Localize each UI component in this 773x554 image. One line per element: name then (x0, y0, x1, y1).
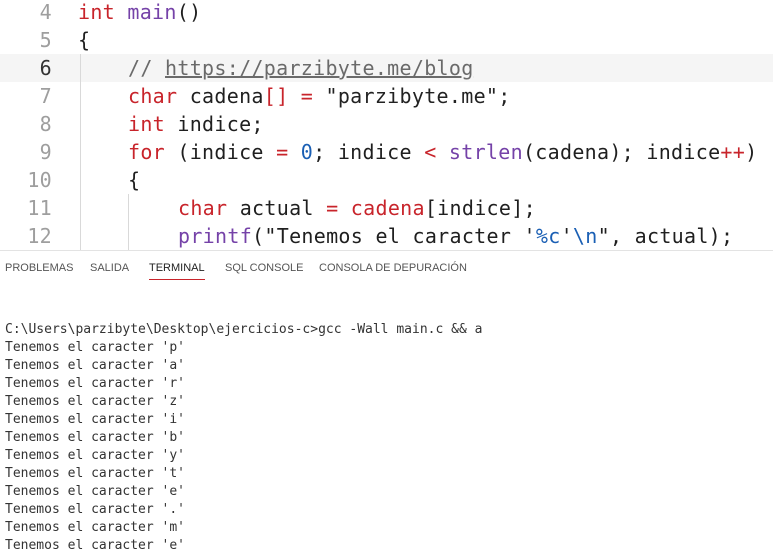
code-text: int indice; (128, 110, 264, 138)
code-token: actual (227, 196, 327, 220)
code-token: printf (178, 224, 253, 248)
code-token: for (128, 140, 166, 164)
terminal-output-line: Tenemos el caracter 'y' (5, 448, 186, 463)
code-text: // https://parzibyte.me/blog (128, 54, 474, 82)
code-text: { (78, 26, 90, 54)
code-token: ("Tenemos el caracter ' (252, 224, 536, 248)
code-token: \n (572, 224, 598, 248)
code-token: ) (745, 140, 758, 164)
line-number: 11 (27, 196, 52, 220)
terminal-command-line: C:\Users\parzibyte\Desktop\ejercicios-c>… (5, 322, 483, 337)
code-line[interactable]: 10 { (0, 166, 773, 194)
tab-problemas[interactable]: PROBLEMAS (5, 262, 73, 279)
code-token: cadena (350, 196, 425, 220)
line-number: 9 (39, 140, 52, 164)
code-token: char (178, 196, 228, 220)
code-line[interactable]: 7 char cadena[] = "parzibyte.me"; (0, 82, 773, 110)
terminal-output-line: Tenemos el caracter 'm' (5, 520, 186, 535)
line-number: 10 (27, 168, 52, 192)
code-token: { (78, 28, 91, 52)
line-number: 7 (39, 84, 52, 108)
code-token: ++ (720, 140, 746, 164)
terminal-output-line: Tenemos el caracter 'i' (5, 412, 186, 427)
bottom-panel: PROBLEMAS SALIDA TERMINAL SQL CONSOLE CO… (0, 250, 773, 554)
code-token: ", actual); (597, 224, 734, 248)
code-text: char actual = cadena[indice]; (178, 194, 536, 222)
terminal-output-line: Tenemos el caracter '.' (5, 502, 186, 517)
code-token: strlen (448, 140, 523, 164)
tab-sql-console[interactable]: SQL CONSOLE (225, 262, 303, 279)
code-token: < (424, 140, 437, 164)
code-token: int (78, 0, 116, 24)
code-token: = (300, 84, 314, 108)
code-text: char cadena[] = "parzibyte.me"; (128, 82, 511, 110)
code-token: indice; (165, 112, 264, 136)
code-line[interactable]: 11 char actual = cadena[indice]; (0, 194, 773, 222)
terminal-output-line: Tenemos el caracter 'z' (5, 394, 186, 409)
code-line[interactable]: 6 // https://parzibyte.me/blog (0, 54, 773, 82)
tab-salida[interactable]: SALIDA (90, 262, 129, 279)
tab-terminal[interactable]: TERMINAL (149, 262, 205, 280)
code-token: [indice]; (424, 196, 536, 220)
code-token: "parzibyte.me"; (313, 84, 511, 108)
code-token: (indice (165, 140, 277, 164)
terminal-output-line: Tenemos el caracter 'e' (5, 484, 186, 499)
code-editor[interactable]: 4 int main() 5{6// https://parzibyte.me/bl… (0, 0, 773, 250)
code-token: ' (560, 224, 573, 248)
terminal-output-line: Tenemos el caracter 'a' (5, 358, 186, 373)
code-token: [] (263, 84, 289, 108)
code-line[interactable]: 4 int main() (0, 0, 773, 26)
code-text: printf("Tenemos el caracter '%c'\n", act… (178, 222, 733, 250)
ide-window: 4 int main() 5{6// https://parzibyte.me/bl… (0, 0, 773, 554)
code-token: () (176, 0, 202, 24)
code-line[interactable]: 5{ (0, 26, 773, 54)
tab-consola-depuracion[interactable]: CONSOLA DE DEPURACIÓN (319, 262, 467, 279)
code-token: ; indice (313, 140, 425, 164)
terminal-output-line: Tenemos el caracter 'b' (5, 430, 186, 445)
code-token: cadena (177, 84, 264, 108)
code-token: = (326, 196, 339, 220)
code-text: int main() (78, 0, 201, 26)
terminal-output-line: Tenemos el caracter 'e' (5, 538, 186, 553)
code-line[interactable]: 8 int indice; (0, 110, 773, 138)
code-text: for (indice = 0; indice < strlen(cadena)… (128, 138, 757, 166)
indent-guide (128, 194, 129, 250)
code-token: char (128, 84, 178, 108)
code-token: 0 (300, 140, 314, 164)
terminal-output[interactable]: C:\Users\parzibyte\Desktop\ejercicios-c>… (5, 321, 765, 554)
code-token: { (128, 168, 141, 192)
code-line[interactable]: 12 printf("Tenemos el caracter '%c'\n", a… (0, 222, 773, 250)
code-line[interactable]: 9 for (indice = 0; indice < strlen(cadena… (0, 138, 773, 166)
terminal-output-line: Tenemos el caracter 'r' (5, 376, 186, 391)
line-number: 4 (39, 0, 52, 24)
code-token: https://parzibyte.me/blog (165, 56, 474, 80)
code-token: (cadena); indice (522, 140, 721, 164)
panel-tab-bar: PROBLEMAS SALIDA TERMINAL SQL CONSOLE CO… (0, 251, 773, 287)
code-token: main (127, 0, 177, 24)
line-number: 5 (39, 28, 52, 52)
indent-guide (80, 54, 81, 250)
code-token: = (276, 140, 289, 164)
code-token: %c (535, 224, 561, 248)
code-text: { (128, 166, 140, 194)
terminal-output-line: Tenemos el caracter 't' (5, 466, 186, 481)
terminal-output-line: Tenemos el caracter 'p' (5, 340, 186, 355)
line-number: 8 (39, 112, 52, 136)
line-number: 12 (27, 224, 52, 248)
line-number: 6 (39, 56, 52, 80)
code-token: // (128, 56, 166, 80)
code-token: int (128, 112, 166, 136)
